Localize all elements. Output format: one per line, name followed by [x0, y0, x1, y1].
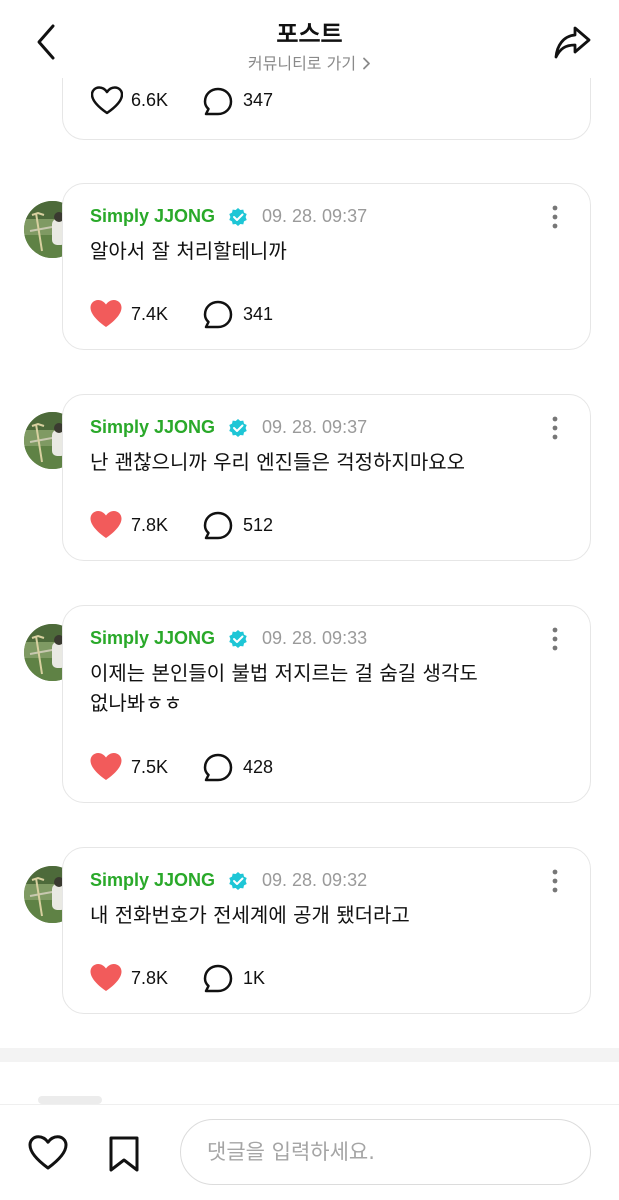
- faded-content: [38, 1096, 102, 1104]
- post-card: Simply JJONG 09. 28. 09:32 내 전화번호가 전세계에 …: [62, 847, 591, 1014]
- community-link-label: 커뮤니티로 가기: [247, 54, 357, 73]
- author-name[interactable]: Simply JJONG: [90, 870, 215, 891]
- like-post-button[interactable]: [28, 1135, 68, 1171]
- post-card: Simply JJONG 09. 28. 09:37 알아서 잘 처리할테니까 …: [62, 183, 591, 350]
- more-vertical-icon: [552, 627, 558, 651]
- verified-badge-icon: [228, 207, 248, 227]
- comment-count: 347: [243, 90, 274, 110]
- section-divider: [0, 1048, 619, 1062]
- like-count: 7.8K: [131, 968, 169, 988]
- post-time: 09. 28. 09:33: [262, 628, 368, 648]
- like-button[interactable]: [90, 299, 122, 329]
- like-count: 6.6K: [131, 90, 169, 110]
- comment-input[interactable]: [180, 1119, 591, 1185]
- post-time: 09. 28. 09:37: [262, 417, 368, 437]
- post-text: 알아서 잘 처리할테니까: [90, 239, 287, 263]
- like-button[interactable]: [90, 86, 124, 116]
- post-text-line-2: 없나봐ㅎㅎ: [90, 691, 182, 715]
- post-text: 내 전화번호가 전세계에 공개 됐더라고: [90, 903, 410, 927]
- comment-button[interactable]: [203, 300, 233, 330]
- bookmark-icon: [109, 1136, 139, 1172]
- comment-button[interactable]: [203, 964, 233, 994]
- more-vertical-icon: [552, 205, 558, 229]
- heart-icon: [90, 511, 122, 538]
- comment-bubble-icon: [203, 964, 233, 993]
- post-text-line-1: 이제는 본인들이 불법 저지르는 걸 숨길 생각도: [90, 661, 478, 685]
- heart-icon: [28, 1135, 68, 1170]
- post-time: 09. 28. 09:32: [262, 870, 368, 890]
- post-card: Simply JJONG 09. 28. 09:37 난 괜찮으니까 우리 엔진…: [62, 394, 591, 561]
- comment-bubble-icon: [203, 87, 233, 116]
- bookmark-button[interactable]: [106, 1135, 142, 1173]
- post-time: 09. 28. 09:37: [262, 206, 368, 226]
- more-options-button[interactable]: [548, 204, 562, 230]
- like-count: 7.4K: [131, 304, 169, 324]
- comment-count: 512: [243, 515, 274, 535]
- comment-count: 1K: [243, 968, 266, 988]
- app-header: 포스트 커뮤니티로 가기: [0, 0, 619, 78]
- verified-badge-icon: [228, 871, 248, 891]
- more-vertical-icon: [552, 416, 558, 440]
- more-options-button[interactable]: [548, 868, 562, 894]
- share-button[interactable]: [551, 20, 595, 64]
- go-to-community-link[interactable]: 커뮤니티로 가기: [0, 50, 619, 74]
- heart-icon: [90, 753, 122, 780]
- heart-icon: [90, 964, 122, 991]
- verified-badge-icon: [228, 418, 248, 438]
- like-button[interactable]: [90, 963, 122, 993]
- comment-count: 428: [243, 757, 274, 777]
- author-name[interactable]: Simply JJONG: [90, 206, 215, 227]
- bottom-action-bar: [0, 1104, 619, 1200]
- share-icon: [554, 26, 591, 59]
- heart-icon: [90, 86, 124, 115]
- author-name[interactable]: Simply JJONG: [90, 628, 215, 649]
- page-title: 포스트: [276, 20, 343, 48]
- like-button[interactable]: [90, 510, 122, 540]
- more-vertical-icon: [552, 869, 558, 893]
- comment-bubble-icon: [203, 511, 233, 540]
- comment-button[interactable]: [203, 511, 233, 541]
- like-button[interactable]: [90, 752, 122, 782]
- author-name[interactable]: Simply JJONG: [90, 417, 215, 438]
- more-options-button[interactable]: [548, 626, 562, 652]
- verified-badge-icon: [228, 629, 248, 649]
- heart-icon: [90, 300, 122, 327]
- like-count: 7.8K: [131, 515, 169, 535]
- comment-bubble-icon: [203, 753, 233, 782]
- comment-button[interactable]: [203, 87, 233, 117]
- comment-button[interactable]: [203, 753, 233, 783]
- post-card: Simply JJONG 09. 28. 09:33 이제는 본인들이 불법 저…: [62, 605, 591, 803]
- comment-count: 341: [243, 304, 274, 324]
- like-count: 7.5K: [131, 757, 169, 777]
- post-text: 난 괜찮으니까 우리 엔진들은 걱정하지마요오: [90, 450, 466, 474]
- comment-bubble-icon: [203, 300, 233, 329]
- chevron-right-icon: [362, 55, 371, 74]
- more-options-button[interactable]: [548, 415, 562, 441]
